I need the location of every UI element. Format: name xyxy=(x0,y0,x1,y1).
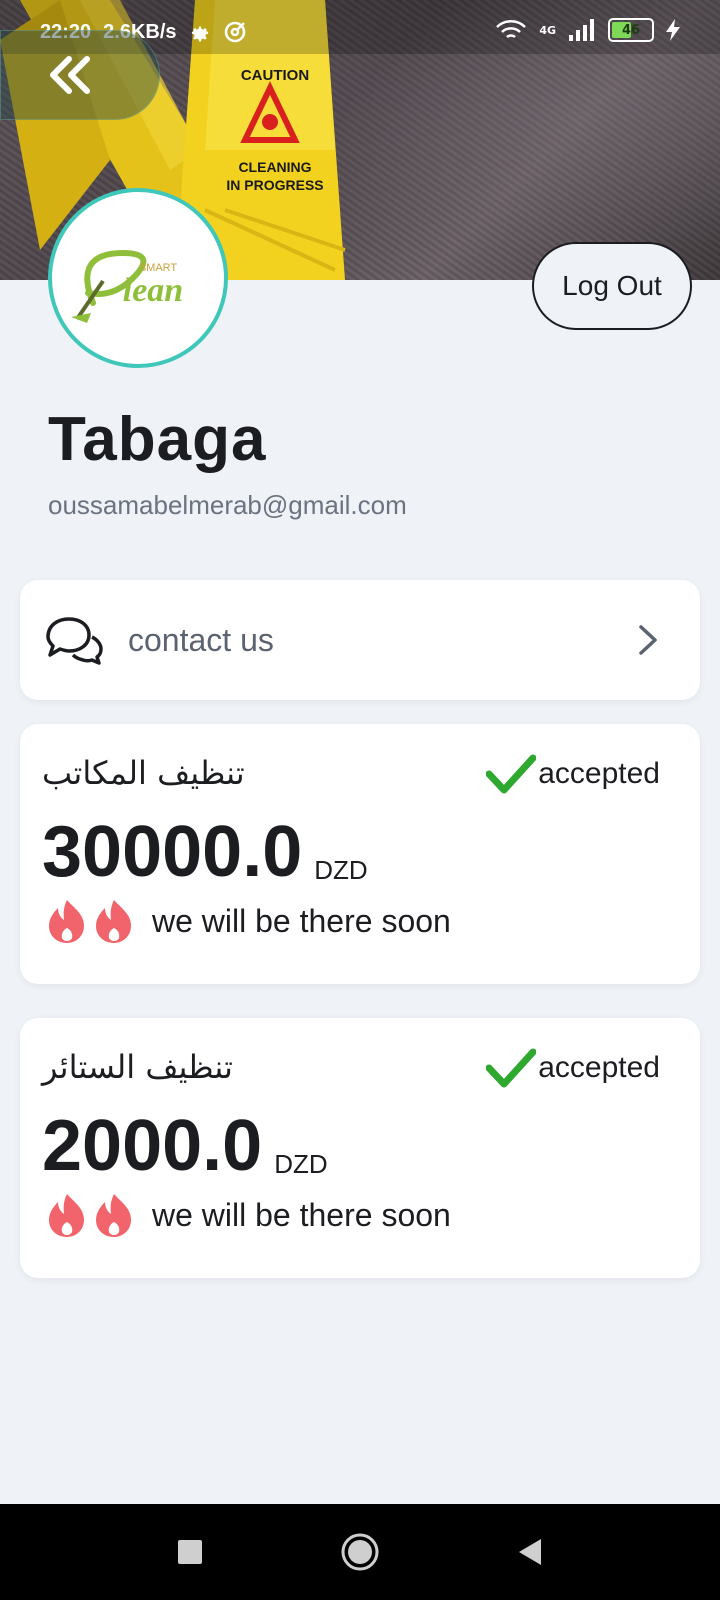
double-chevron-left-icon xyxy=(50,56,90,94)
system-navigation-bar xyxy=(0,1504,720,1600)
back-nav-button[interactable] xyxy=(500,1522,560,1582)
home-button[interactable] xyxy=(330,1522,390,1582)
square-icon xyxy=(178,1540,202,1564)
chevron-right-icon xyxy=(639,625,657,655)
order-status: accepted xyxy=(486,1048,660,1088)
user-name: Tabaga xyxy=(48,405,267,474)
order-status-label: accepted xyxy=(538,1051,660,1084)
flame-icon xyxy=(49,1194,131,1237)
user-email: oussamabelmerab@gmail.com xyxy=(48,490,407,520)
charging-bolt-icon xyxy=(666,19,680,41)
wifi-icon xyxy=(496,20,527,39)
check-icon xyxy=(486,754,537,794)
battery-indicator: 46 xyxy=(608,18,654,42)
order-currency: DZD xyxy=(314,855,368,885)
order-currency: DZD xyxy=(274,1149,328,1179)
order-price: 30000.0 xyxy=(42,812,303,892)
contact-us-label: contact us xyxy=(128,621,274,658)
contact-us-button[interactable]: contact us xyxy=(20,580,700,700)
network-type-label: 4G xyxy=(539,23,556,37)
svg-text:CAUTION: CAUTION xyxy=(241,67,309,84)
order-card[interactable]: تنظيف المكاتب accepted 30000.0 DZD we wi… xyxy=(20,724,700,984)
circle-home-icon xyxy=(341,1533,379,1571)
svg-text:lean: lean xyxy=(123,272,183,309)
logout-button[interactable]: Log Out xyxy=(532,242,692,330)
order-status-label: accepted xyxy=(538,757,660,790)
order-price: 2000.0 xyxy=(42,1106,263,1186)
order-status: accepted xyxy=(486,754,660,794)
sync-status-icon xyxy=(224,21,245,43)
order-message: we will be there soon xyxy=(152,1196,451,1233)
chat-bubbles-icon xyxy=(46,617,103,665)
order-title: تنظيف المكاتب xyxy=(42,754,245,792)
signal-bars-icon xyxy=(569,19,594,41)
flame-icon xyxy=(49,900,131,943)
battery-level: 46 xyxy=(621,22,641,38)
check-icon xyxy=(486,1048,537,1088)
back-button[interactable] xyxy=(0,30,160,120)
recent-apps-button[interactable] xyxy=(160,1522,220,1582)
settings-gear-icon xyxy=(191,26,208,42)
triangle-back-icon xyxy=(519,1539,541,1565)
profile-avatar: SMART lean xyxy=(48,188,228,368)
smart-clean-logo: SMART lean xyxy=(71,249,183,323)
order-message: we will be there soon xyxy=(152,902,451,939)
order-card[interactable]: تنظيف الستائر accepted 2000.0 DZD we wil… xyxy=(20,1018,700,1278)
svg-text:IN PROGRESS: IN PROGRESS xyxy=(226,177,323,193)
order-title: تنظيف الستائر xyxy=(42,1048,233,1086)
svg-text:CLEANING: CLEANING xyxy=(238,159,311,175)
